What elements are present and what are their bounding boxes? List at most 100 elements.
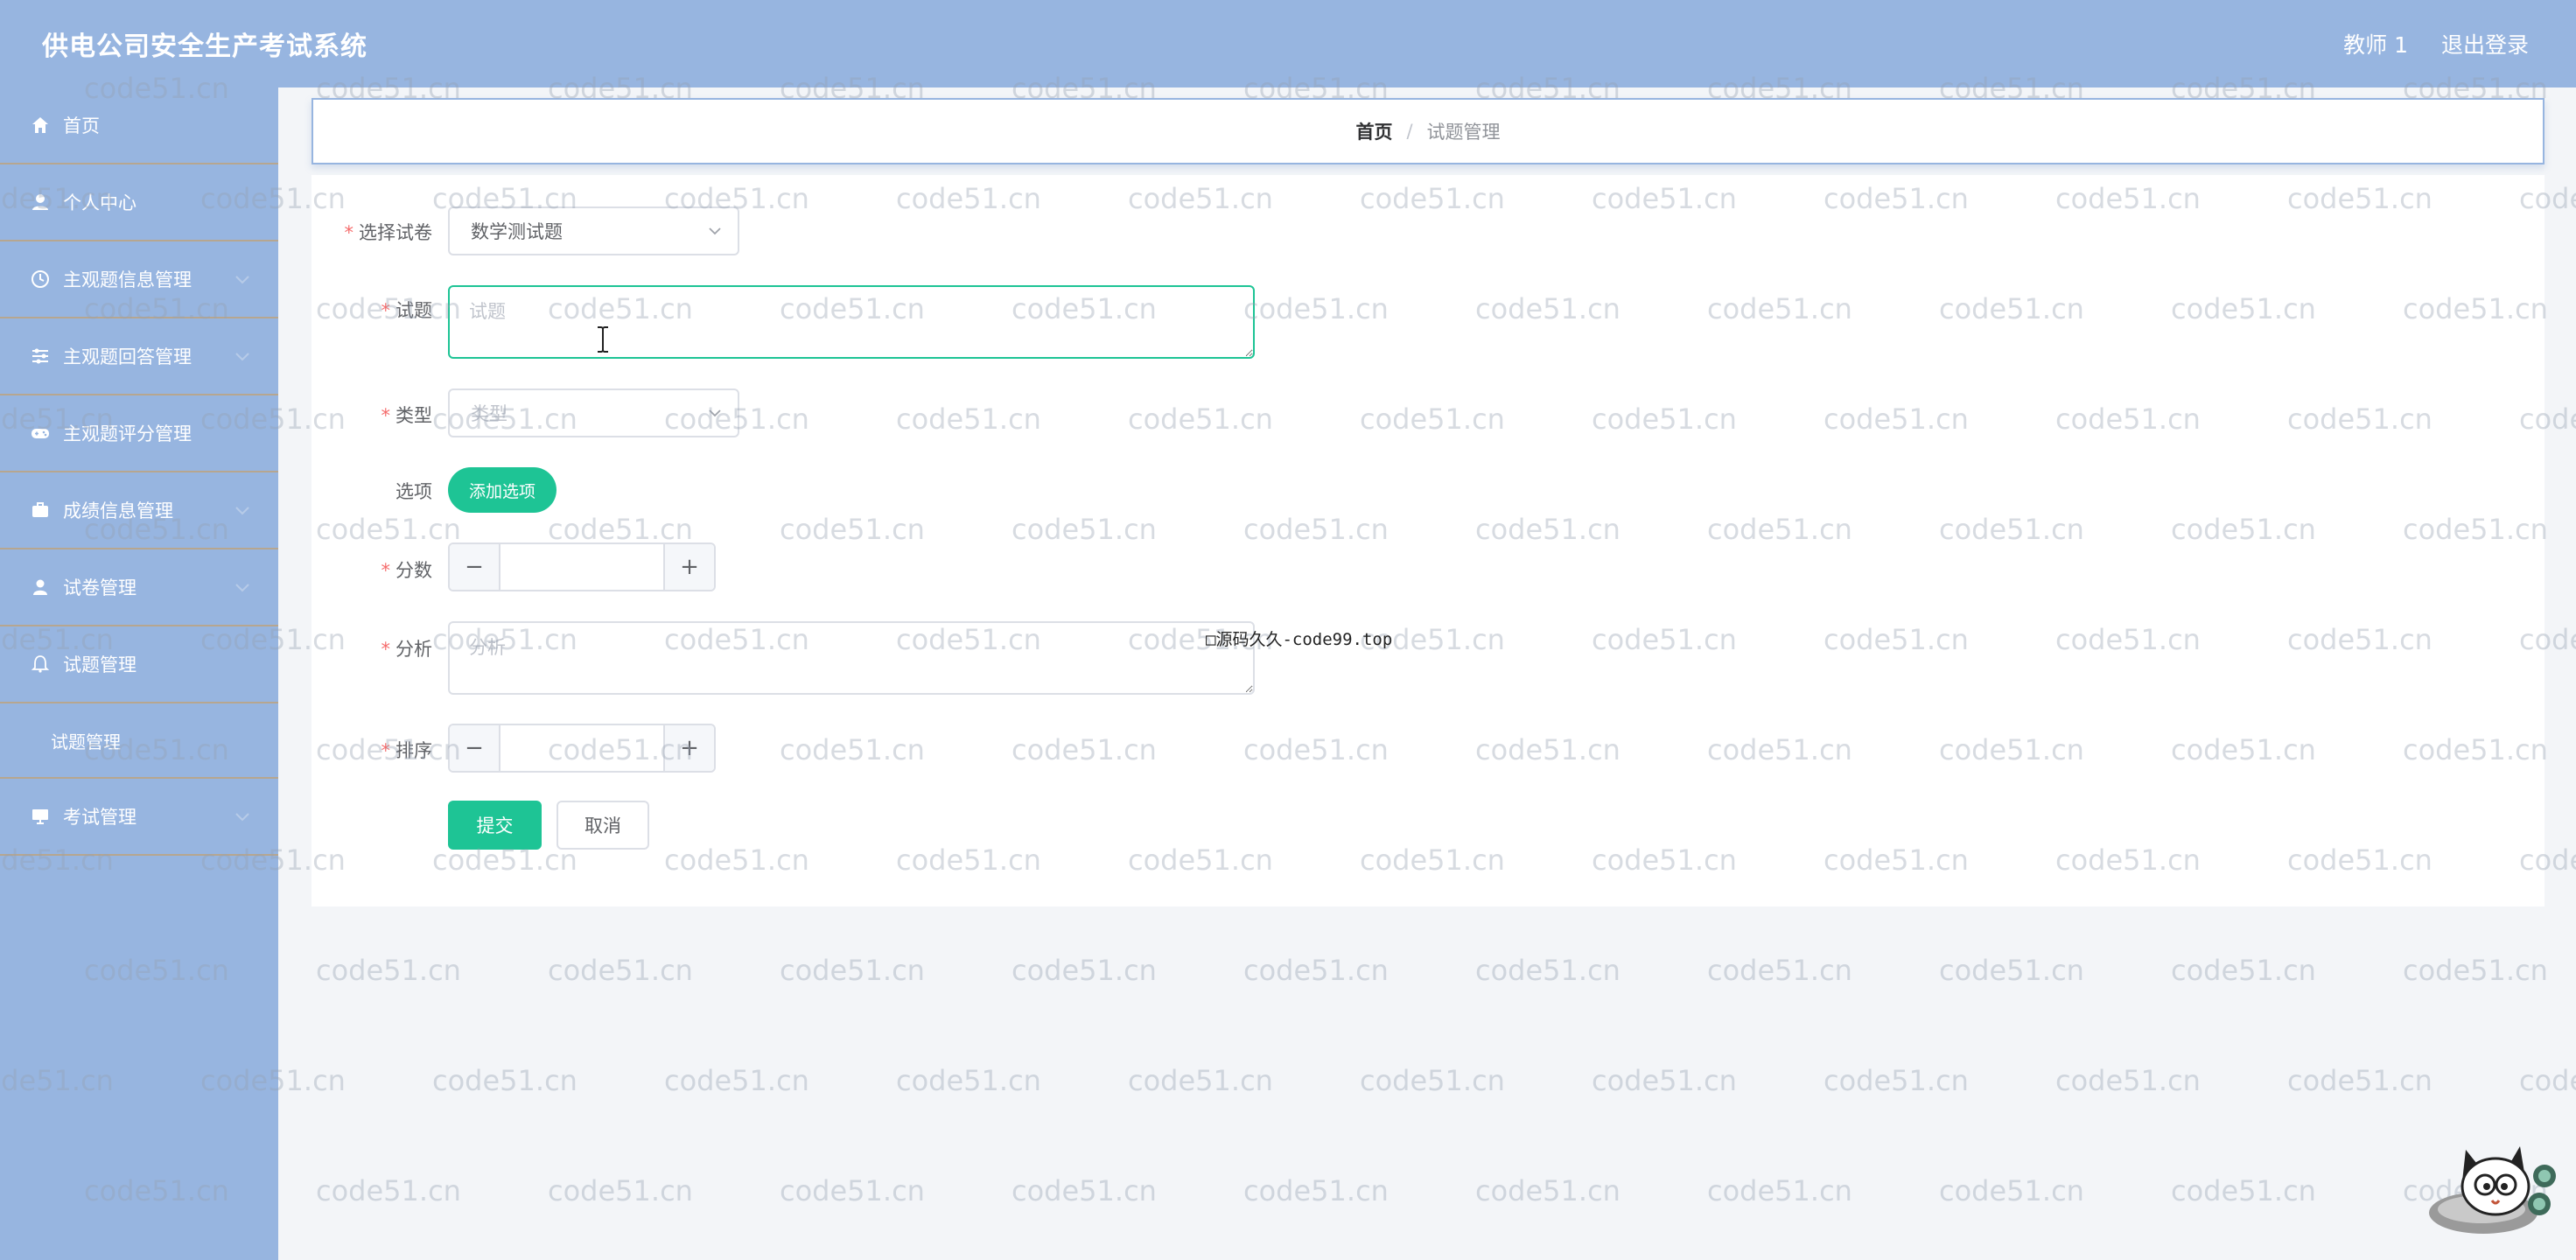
order-decrement-button[interactable]: − — [450, 725, 500, 771]
watermark-tile: code51.cn — [316, 954, 461, 987]
sidebar-item-label: 主观题信息管理 — [63, 270, 192, 290]
score-stepper[interactable]: − + — [448, 542, 716, 592]
sidebar-item-exam-management[interactable]: 考试管理 — [0, 779, 278, 856]
watermark-tile: code51.cn — [432, 1064, 578, 1097]
cancel-button[interactable]: 取消 — [556, 801, 649, 850]
add-option-button[interactable]: 添加选项 — [448, 467, 556, 513]
chevron-down-icon — [235, 584, 249, 592]
watermark-tile: code51.cn — [316, 1174, 461, 1208]
watermark-tile: code51.cn — [1360, 1064, 1505, 1097]
watermark-tile: code51.cn — [780, 1174, 925, 1208]
clock-icon — [30, 269, 51, 290]
sidebar-item-subjective-score[interactable]: 主观题评分管理 — [0, 396, 278, 472]
sidebar-subitem-label: 试题管理 — [51, 731, 121, 752]
sidebar-item-label: 考试管理 — [63, 807, 136, 828]
sidebar-item-grades[interactable]: 成绩信息管理 — [0, 472, 278, 550]
chevron-down-icon — [235, 353, 249, 361]
breadcrumb-separator: / — [1406, 121, 1413, 142]
options-label: 选项 — [396, 481, 432, 502]
sliders-icon — [30, 346, 51, 367]
watermark-tile: code51.cn — [780, 954, 925, 987]
chevron-down-icon — [709, 410, 721, 417]
watermark-tile: code51.cn — [2171, 954, 2316, 987]
home-icon — [30, 115, 51, 136]
chevron-down-icon — [235, 813, 249, 822]
watermark-tile: code51.cn — [1824, 1064, 1969, 1097]
watermark-tile: code51.cn — [1128, 1064, 1273, 1097]
chevron-down-icon — [709, 228, 721, 235]
sidebar-subitem-question-management[interactable]: 试题管理 — [0, 704, 278, 779]
monitor-icon — [30, 806, 51, 827]
score-label: * 分数 — [381, 560, 433, 581]
type-label: * 类型 — [381, 405, 433, 426]
score-increment-button[interactable]: + — [663, 544, 714, 590]
paper-select-label: * 选择试卷 — [344, 222, 433, 243]
watermark-tile: code51.cn — [1012, 954, 1157, 987]
breadcrumb-current: 试题管理 — [1426, 122, 1501, 143]
sidebar-item-label: 试题管理 — [63, 654, 136, 676]
submit-button[interactable]: 提交 — [448, 801, 542, 850]
watermark-tile: code51.cn — [1475, 954, 1620, 987]
watermark-tile: code51.cn — [1592, 1064, 1737, 1097]
watermark-tile: code51.cn — [548, 1174, 693, 1208]
breadcrumb-home[interactable]: 首页 — [1355, 118, 1392, 144]
paper-select[interactable]: 数学测试题 — [448, 206, 739, 256]
sidebar-item-label: 试卷管理 — [63, 578, 136, 598]
gamepad-icon — [30, 423, 51, 444]
watermark-tile: code51.cn — [2055, 1064, 2201, 1097]
watermark-tile: code51.cn — [1939, 954, 2084, 987]
watermark-tile: code51.cn — [2171, 1174, 2316, 1208]
bell-icon — [30, 654, 51, 675]
order-input[interactable] — [500, 725, 663, 771]
sidebar-item-home[interactable]: 首页 — [0, 88, 278, 164]
paper-select-value: 数学测试题 — [471, 221, 563, 242]
sidebar-item-label: 个人中心 — [63, 192, 136, 214]
logout-link[interactable]: 退出登录 — [2441, 28, 2529, 60]
question-label: * 试题 — [381, 300, 433, 321]
score-input[interactable] — [500, 544, 663, 590]
order-stepper[interactable]: − + — [448, 724, 716, 773]
sidebar-item-label: 首页 — [63, 116, 100, 136]
breadcrumb: 首页 / 试题管理 — [312, 98, 2544, 164]
top-header: 供电公司安全生产考试系统 教师 1 退出登录 — [0, 0, 2576, 88]
watermark-tile: code51.cn — [1012, 1174, 1157, 1208]
briefcase-icon — [30, 500, 51, 521]
watermark-tile: code51.cn — [2519, 1064, 2576, 1097]
person-icon — [30, 577, 51, 598]
watermark-tile: code51.cn — [1939, 1174, 2084, 1208]
watermark-tile: code51.cn — [548, 954, 693, 987]
app-title: 供电公司安全生产考试系统 — [42, 32, 368, 62]
chevron-down-icon — [235, 276, 249, 284]
watermark-tile: code51.cn — [2403, 954, 2548, 987]
watermark-tile: code51.cn — [1243, 1174, 1389, 1208]
chevron-down-icon — [235, 507, 249, 515]
sidebar-item-subjective-info[interactable]: 主观题信息管理 — [0, 242, 278, 318]
sidebar: 首页 个人中心 主观题信息管理 主观题回答管理 主观题评分管理 成绩信息管理 试… — [0, 88, 278, 1260]
score-decrement-button[interactable]: − — [450, 544, 500, 590]
order-label: * 排序 — [381, 740, 433, 761]
current-user: 教师 1 — [2343, 32, 2408, 58]
sidebar-item-label: 成绩信息管理 — [63, 500, 173, 522]
cat-mascot-icon — [2429, 1146, 2556, 1234]
sidebar-item-label: 主观题回答管理 — [63, 346, 192, 368]
question-textarea[interactable] — [448, 285, 1255, 359]
analysis-textarea[interactable] — [448, 621, 1255, 695]
watermark-tile: code51.cn — [1707, 954, 1852, 987]
order-increment-button[interactable]: + — [663, 725, 714, 771]
header-user-area: 教师 1 退出登录 — [2343, 28, 2529, 60]
watermark-tile: code51.cn — [1475, 1174, 1620, 1208]
watermark-tile: code51.cn — [1707, 1174, 1852, 1208]
sidebar-item-question-management[interactable]: 试题管理 — [0, 626, 278, 704]
watermark-tile: code51.cn — [1243, 954, 1389, 987]
sidebar-item-profile[interactable]: 个人中心 — [0, 164, 278, 242]
sidebar-item-paper-management[interactable]: 试卷管理 — [0, 550, 278, 626]
type-select-placeholder: 类型 — [471, 403, 508, 424]
analysis-label: * 分析 — [381, 639, 433, 660]
watermark-tile: code51.cn — [664, 1064, 809, 1097]
user-center-icon — [30, 192, 51, 213]
watermark-tile: code51.cn — [2287, 1064, 2432, 1097]
sidebar-item-label: 主观题评分管理 — [63, 424, 192, 444]
type-select[interactable]: 类型 — [448, 388, 739, 438]
sidebar-item-subjective-answer[interactable]: 主观题回答管理 — [0, 318, 278, 396]
watermark-tile: code51.cn — [896, 1064, 1041, 1097]
